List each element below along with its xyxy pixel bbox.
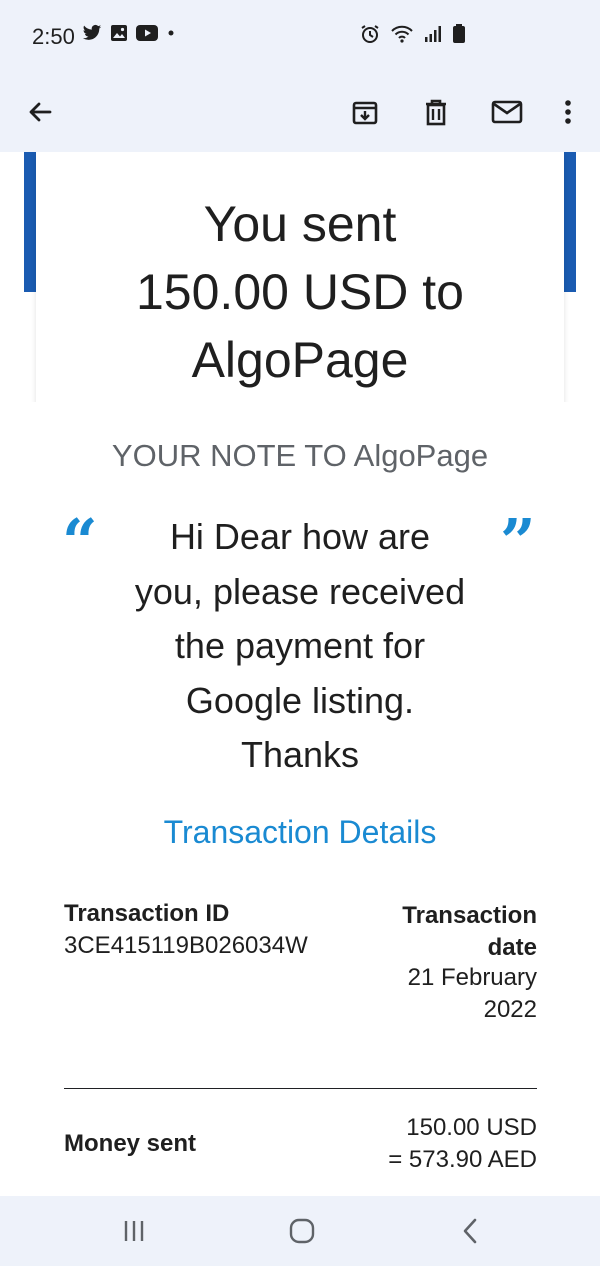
note-title: YOUR NOTE TO AlgoPage bbox=[111, 438, 489, 473]
archive-icon[interactable] bbox=[343, 90, 387, 134]
signal-icon bbox=[424, 25, 442, 43]
open-quote-icon: “ bbox=[62, 505, 98, 578]
transaction-id-label: Transaction ID bbox=[64, 900, 230, 927]
transaction-date-label: Transaction date bbox=[402, 902, 537, 961]
mark-unread-icon[interactable] bbox=[485, 90, 529, 134]
navigation-bar bbox=[0, 1196, 600, 1266]
money-sent-value: 150.00 USD = 573.90 AED bbox=[388, 1114, 537, 1173]
wifi-icon bbox=[390, 24, 414, 44]
battery-icon bbox=[452, 24, 466, 44]
status-bar: 2:50 bbox=[0, 0, 600, 74]
recents-icon[interactable] bbox=[114, 1214, 154, 1248]
alarm-icon bbox=[360, 24, 380, 44]
brand-banner-right bbox=[562, 152, 576, 292]
close-quote-icon: ” bbox=[500, 505, 536, 578]
gallery-icon bbox=[110, 24, 128, 42]
delete-icon[interactable] bbox=[414, 90, 458, 134]
divider bbox=[64, 1088, 537, 1089]
more-vert-icon[interactable] bbox=[546, 90, 590, 134]
youtube-icon bbox=[136, 25, 158, 41]
money-sent-label: Money sent bbox=[64, 1130, 197, 1157]
transaction-id-value: 3CE415119B026034W bbox=[64, 932, 308, 959]
twitter-icon bbox=[82, 24, 102, 42]
note-text: Hi Dear how are you, please received the… bbox=[134, 516, 466, 775]
payment-headline: You sent 150.00 USD to AlgoPage bbox=[136, 196, 464, 388]
email-body: You sent 150.00 USD to AlgoPage YOUR NOT… bbox=[0, 152, 600, 1196]
back-arrow-icon[interactable] bbox=[18, 90, 62, 134]
status-right-icons bbox=[360, 24, 466, 44]
back-icon[interactable] bbox=[450, 1214, 490, 1248]
status-time: 2:50 bbox=[32, 24, 75, 49]
status-left-icons bbox=[82, 24, 176, 42]
dot-icon bbox=[166, 28, 176, 38]
app-bar bbox=[0, 74, 600, 152]
transaction-details-link[interactable]: Transaction Details bbox=[0, 814, 600, 851]
home-icon[interactable] bbox=[282, 1214, 322, 1248]
transaction-date-value: 21 February 2022 bbox=[407, 964, 537, 1023]
